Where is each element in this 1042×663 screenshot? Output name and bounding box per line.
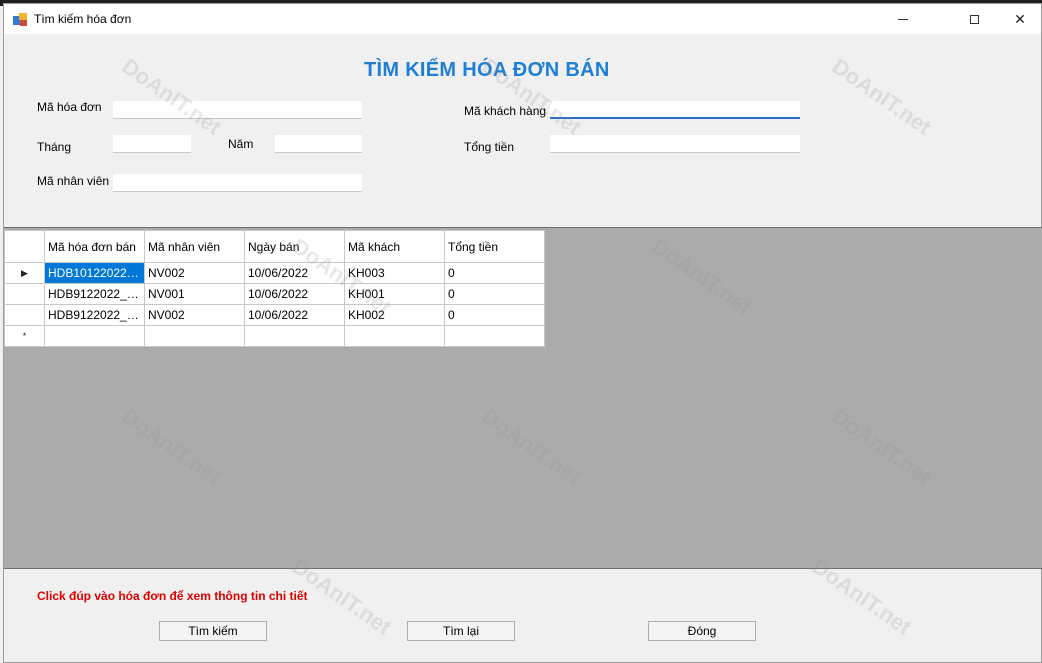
close-icon: ✕ <box>1014 10 1026 27</box>
current-row-arrow-icon[interactable]: ▶ <box>4 262 45 284</box>
close-button[interactable]: Đóng <box>648 621 756 641</box>
column-header-customer-id[interactable]: Mã khách <box>344 230 445 263</box>
grid-header-row: Mã hóa đơn bán Mã nhân viên Ngày bán Mã … <box>4 230 545 263</box>
row-header[interactable] <box>4 283 45 305</box>
maximize-button[interactable] <box>951 4 997 34</box>
double-click-hint: Click đúp vào hóa đơn để xem thông tin c… <box>37 589 308 603</box>
table-row[interactable]: ▶ HDB10122022_1... NV002 10/06/2022 KH00… <box>4 262 545 284</box>
minimize-button[interactable] <box>880 4 926 34</box>
cell-customer-id[interactable] <box>344 325 445 347</box>
invoice-id-label: Mã hóa đơn <box>37 100 102 114</box>
cell-total[interactable] <box>444 325 545 347</box>
month-input[interactable] <box>113 135 191 153</box>
year-label: Năm <box>228 137 254 151</box>
invoice-id-input[interactable] <box>113 101 362 119</box>
cell-employee-id[interactable]: NV002 <box>144 304 245 326</box>
cell-invoice-id[interactable]: HDB9122022_14... <box>44 283 145 305</box>
search-invoice-window: Tìm kiếm hóa đơn ✕ TÌM KIẾM HÓA ĐƠN BÁN … <box>3 3 1042 663</box>
cell-total[interactable]: 0 <box>444 304 545 326</box>
cell-sale-date[interactable] <box>244 325 345 347</box>
cell-customer-id[interactable]: KH001 <box>344 283 445 305</box>
reset-button[interactable]: Tìm lại <box>407 621 515 641</box>
cell-employee-id[interactable]: NV002 <box>144 262 245 284</box>
column-header-sale-date[interactable]: Ngày bán <box>244 230 345 263</box>
window-title: Tìm kiếm hóa đơn <box>34 12 132 26</box>
month-label: Tháng <box>37 140 72 154</box>
employee-id-input[interactable] <box>113 174 362 192</box>
employee-id-label: Mã nhân viên <box>37 174 110 188</box>
minimize-icon <box>898 18 908 20</box>
cell-employee-id[interactable]: NV001 <box>144 283 245 305</box>
column-header-employee-id[interactable]: Mã nhân viên <box>144 230 245 263</box>
row-header[interactable] <box>4 304 45 326</box>
cell-sale-date[interactable]: 10/06/2022 <box>244 304 345 326</box>
cell-invoice-id[interactable]: HDB9122022_15... <box>44 304 145 326</box>
new-row[interactable]: * <box>4 325 545 347</box>
column-header-invoice-id[interactable]: Mã hóa đơn bán <box>44 230 145 263</box>
table-row[interactable]: HDB9122022_15... NV002 10/06/2022 KH002 … <box>4 304 545 326</box>
customer-id-input[interactable] <box>550 101 800 119</box>
customer-id-label: Mã khách hàng <box>464 104 547 118</box>
app-icon <box>13 13 27 26</box>
invoice-grid-area: Mã hóa đơn bán Mã nhân viên Ngày bán Mã … <box>4 227 1042 569</box>
total-input[interactable] <box>550 135 800 153</box>
total-label: Tổng tiền <box>464 140 515 154</box>
invoice-grid[interactable]: Mã hóa đơn bán Mã nhân viên Ngày bán Mã … <box>4 230 545 347</box>
cell-customer-id[interactable]: KH002 <box>344 304 445 326</box>
cell-invoice-id[interactable]: HDB10122022_1... <box>44 262 145 284</box>
new-row-marker-icon[interactable]: * <box>4 325 45 347</box>
cell-invoice-id[interactable] <box>44 325 145 347</box>
cell-sale-date[interactable]: 10/06/2022 <box>244 262 345 284</box>
grid-corner[interactable] <box>4 230 45 263</box>
page-title: TÌM KIẾM HÓA ĐƠN BÁN <box>364 59 610 81</box>
search-button[interactable]: Tìm kiếm <box>159 621 267 641</box>
cell-customer-id[interactable]: KH003 <box>344 262 445 284</box>
column-header-total[interactable]: Tổng tiền <box>444 230 545 263</box>
year-input[interactable] <box>275 135 362 153</box>
watermark-text: DoAnIT.net <box>117 53 226 140</box>
maximize-icon <box>969 14 979 24</box>
watermark-text: DoAnIT.net <box>827 53 936 140</box>
cell-sale-date[interactable]: 10/06/2022 <box>244 283 345 305</box>
title-bar: Tìm kiếm hóa đơn ✕ <box>4 4 1041 34</box>
cell-employee-id[interactable] <box>144 325 245 347</box>
cell-total[interactable]: 0 <box>444 262 545 284</box>
cell-total[interactable]: 0 <box>444 283 545 305</box>
close-window-button[interactable]: ✕ <box>997 4 1042 34</box>
table-row[interactable]: HDB9122022_14... NV001 10/06/2022 KH001 … <box>4 283 545 305</box>
